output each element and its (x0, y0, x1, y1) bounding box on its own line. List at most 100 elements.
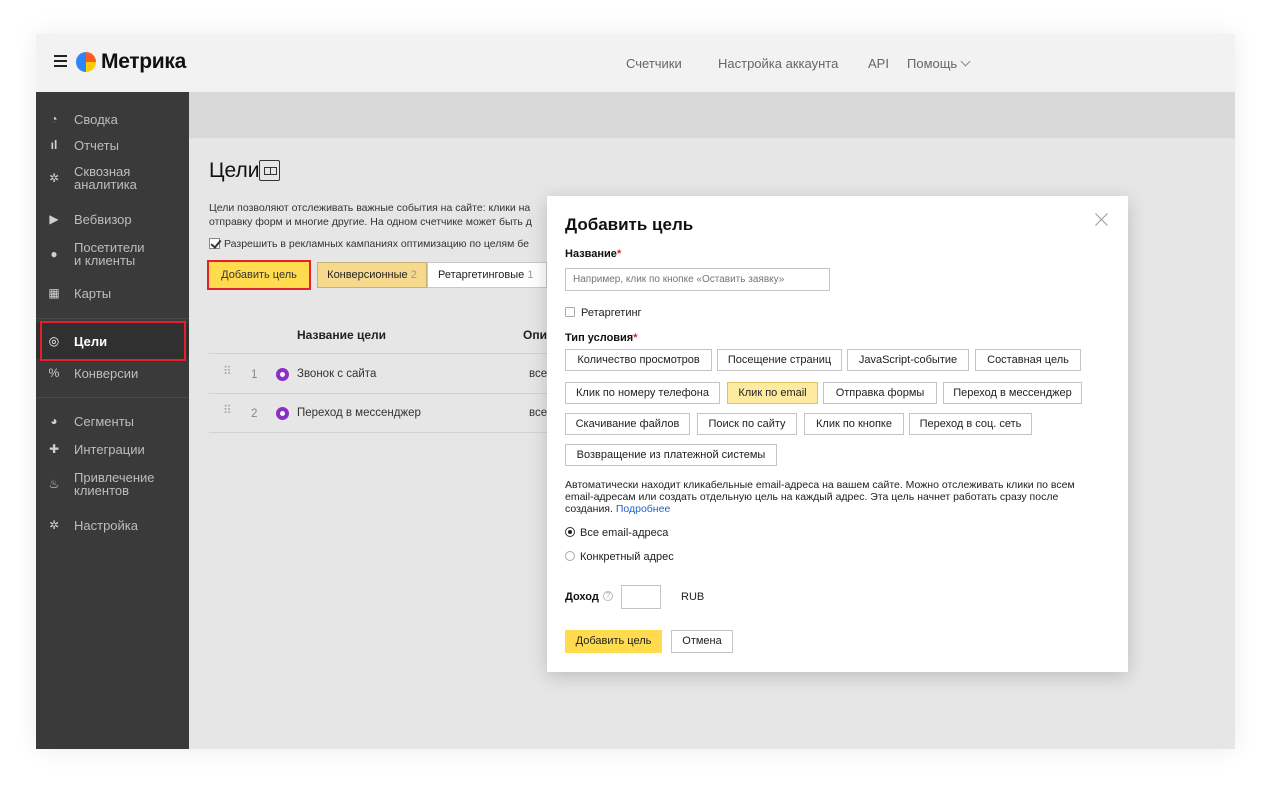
tab-count: 1 (527, 269, 534, 281)
metrika-logo-icon (76, 52, 96, 72)
help-line: создания. (565, 503, 613, 515)
sidebar-item-label: Настройка (74, 518, 138, 533)
condition-page-visit[interactable]: Посещение страниц (717, 349, 842, 371)
table-divider (209, 432, 549, 433)
condition-social-network[interactable]: Переход в соц. сеть (909, 413, 1032, 435)
sidebar-item-webvisor[interactable]: ▶ Вебвизор (36, 212, 189, 228)
sidebar-divider (36, 318, 189, 319)
logo-text[interactable]: Метрика (101, 50, 186, 74)
sidebar-item-maps[interactable]: ▦ Карты (36, 286, 189, 302)
retargeting-checkbox[interactable]: Ретаргетинг (565, 307, 642, 319)
nav-account-settings[interactable]: Настройка аккаунта (718, 56, 838, 71)
sidebar-item-visitors[interactable]: ● Посетители и клиенты (36, 240, 189, 270)
sidebar-item-integrations[interactable]: ✚ Интеграции (36, 442, 189, 458)
learn-more-link[interactable]: Подробнее (616, 503, 670, 515)
condition-site-search[interactable]: Поиск по сайту (697, 413, 797, 435)
add-goal-modal: Добавить цель Название* Ретаргетинг Тип … (547, 196, 1128, 672)
drag-handle-icon[interactable]: ⠿ (223, 404, 232, 419)
book-icon[interactable] (259, 160, 280, 181)
help-line: email-адресам или создать отдельную цель… (565, 491, 1059, 503)
radio-all-emails[interactable]: Все email-адреса (565, 527, 668, 539)
condition-messenger[interactable]: Переход в мессенджер (943, 382, 1082, 404)
flame-icon: ♨ (48, 477, 60, 491)
name-label-text: Название (565, 248, 617, 260)
required-mark: * (633, 332, 638, 344)
goal-name[interactable]: Переход в мессенджер (297, 407, 421, 419)
dashboard-icon: ◔ (50, 112, 58, 126)
condition-form-submit[interactable]: Отправка формы (823, 382, 937, 404)
messenger-goal-icon (276, 407, 289, 420)
puzzle-icon: ✚ (48, 442, 60, 456)
sidebar-item-acquisition[interactable]: ♨ Привлечение клиентов (36, 470, 189, 500)
sidebar-item-summary[interactable]: ◔ Сводка (36, 112, 189, 128)
modal-title: Добавить цель (565, 215, 694, 234)
sidebar-item-conversions[interactable]: % Конверсии (36, 366, 189, 382)
column-header-description[interactable]: Опи (523, 328, 547, 342)
sidebar-item-segments[interactable]: ◕ Сегменты (36, 414, 189, 430)
nav-counters[interactable]: Счетчики (626, 56, 682, 71)
condition-page-views[interactable]: Количество просмотров (565, 349, 712, 371)
table-row[interactable]: ⠿ 1 Звонок с сайта все (209, 362, 549, 392)
income-input[interactable] (621, 585, 661, 609)
condition-payment-return[interactable]: Возвращение из платежной системы (565, 444, 777, 466)
goal-description: все (529, 407, 548, 419)
person-icon: ● (50, 247, 58, 261)
optimize-checkbox-label: Разрешить в рекламных кампаниях оптимиза… (224, 238, 529, 250)
close-icon[interactable] (1095, 212, 1109, 226)
row-number: 1 (251, 369, 258, 381)
sidebar: ◔ Сводка ıl Отчеты ✲ Сквозная аналитика … (36, 92, 189, 749)
drag-handle-icon[interactable]: ⠿ (223, 365, 232, 380)
required-mark: * (616, 248, 622, 260)
help-line: Автоматически находит кликабельные email… (565, 479, 1075, 491)
radio-specific-address[interactable]: Конкретный адрес (565, 551, 674, 563)
condition-help-text: Автоматически находит кликабельные email… (565, 479, 1110, 515)
menu-icon[interactable] (54, 55, 67, 67)
checkbox-unchecked[interactable] (565, 307, 575, 317)
radio-selected-icon[interactable] (565, 527, 575, 537)
highlight-frame-goals (40, 321, 186, 361)
goal-name-input[interactable] (565, 268, 830, 291)
sidebar-item-settings[interactable]: ✲ Настройка (36, 518, 189, 534)
name-label: Название* (565, 248, 621, 260)
tab-label: Конверсионные (327, 269, 408, 281)
optimize-checkbox-row[interactable]: Разрешить в рекламных кампаниях оптимиза… (209, 238, 549, 250)
page-description: Цели позволяют отслеживать важные событи… (209, 201, 549, 229)
condition-composite[interactable]: Составная цель (975, 349, 1081, 371)
nav-help[interactable]: Помощь (907, 56, 971, 71)
condition-email-click[interactable]: Клик по email (727, 382, 818, 404)
sidebar-item-label: Сквозная аналитика (74, 164, 137, 192)
nav-help-label: Помощь (907, 56, 958, 71)
percent-icon: % (48, 366, 60, 380)
sidebar-item-label: Интеграции (74, 442, 145, 457)
sidebar-item-label: Сводка (74, 112, 118, 127)
condition-file-download[interactable]: Скачивание файлов (565, 413, 690, 435)
condition-button-click[interactable]: Клик по кнопке (804, 413, 904, 435)
condition-type-label: Тип условия* (565, 332, 638, 344)
bar-chart-icon: ıl (50, 138, 58, 152)
condition-js-event[interactable]: JavaScript-событие (847, 349, 969, 371)
chevron-down-icon (960, 56, 971, 67)
submit-add-goal-button[interactable]: Добавить цель (565, 630, 662, 653)
cancel-button[interactable]: Отмена (671, 630, 733, 653)
help-question-icon[interactable]: ? (603, 591, 613, 601)
checkbox-checked[interactable] (209, 238, 220, 249)
sidebar-item-label: Привлечение клиентов (74, 470, 155, 498)
currency-label: RUB (681, 591, 705, 603)
tab-conversion[interactable]: Конверсионные 2 (317, 262, 427, 288)
highlight-frame-add-button (207, 260, 311, 290)
description-line: Цели позволяют отслеживать важные событи… (209, 202, 531, 214)
sidebar-item-label: Сегменты (74, 414, 135, 429)
sidebar-divider (36, 397, 189, 398)
radio-label: Все email-адреса (580, 527, 669, 539)
goal-name[interactable]: Звонок с сайта (297, 368, 376, 380)
nav-api[interactable]: API (868, 56, 889, 71)
table-row[interactable]: ⠿ 2 Переход в мессенджер все (209, 401, 549, 431)
tab-retargeting[interactable]: Ретаргетинговые 1 (427, 262, 547, 288)
sidebar-item-reports[interactable]: ıl Отчеты (36, 138, 189, 154)
sidebar-item-end-to-end-analytics[interactable]: ✲ Сквозная аналитика (36, 164, 189, 194)
condition-phone-click[interactable]: Клик по номеру телефона (565, 382, 720, 404)
column-header-name[interactable]: Название цели (297, 328, 386, 342)
radio-unselected-icon[interactable] (565, 551, 575, 561)
table-divider (209, 393, 549, 394)
gear-icon: ✲ (48, 518, 60, 532)
